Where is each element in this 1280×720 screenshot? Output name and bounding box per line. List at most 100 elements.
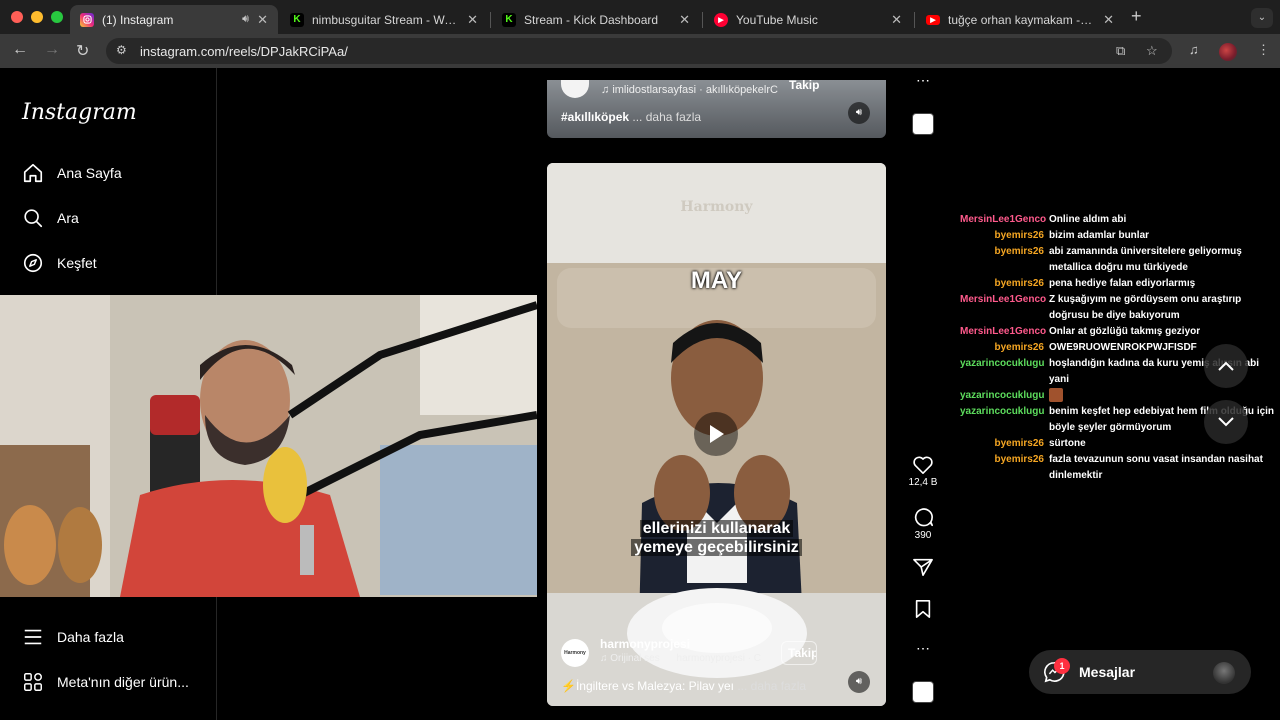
webcam-image bbox=[0, 295, 537, 597]
more-link[interactable]: ... daha fazla bbox=[734, 679, 806, 693]
tab-separator bbox=[914, 12, 915, 28]
profile-avatar[interactable] bbox=[1219, 43, 1237, 61]
next-reel-button[interactable] bbox=[1204, 400, 1248, 444]
chat-username[interactable]: yazarincocuklugu bbox=[960, 356, 1049, 388]
reel-username[interactable]: harmonyprojesi bbox=[600, 637, 690, 651]
chat-username[interactable]: byemirs26 bbox=[960, 436, 1049, 452]
install-app-icon[interactable]: ⧉ bbox=[1116, 43, 1125, 59]
reel-video[interactable]: Harmony MAY ellerinizi kullanarak yemeye… bbox=[547, 163, 886, 706]
nav-search-label: Ara bbox=[57, 210, 79, 226]
close-tab-icon[interactable]: ✕ bbox=[467, 12, 478, 28]
reload-icon[interactable]: ↻ bbox=[76, 41, 89, 61]
chrome-menu-icon[interactable]: ⋮ bbox=[1257, 42, 1270, 58]
chat-username[interactable]: yazarincocuklugu bbox=[960, 388, 1049, 404]
reel-avatar[interactable] bbox=[561, 80, 589, 98]
share-button[interactable] bbox=[905, 557, 941, 577]
play-button[interactable] bbox=[694, 412, 738, 456]
back-icon[interactable]: ← bbox=[12, 41, 28, 59]
messages-badge: 1 bbox=[1054, 658, 1070, 674]
home-icon bbox=[22, 162, 44, 184]
messages-label: Mesajlar bbox=[1079, 664, 1136, 680]
comment-button[interactable]: 390 bbox=[905, 506, 941, 541]
site-info-icon[interactable]: ⚙ bbox=[116, 43, 127, 57]
chat-message: MersinLee1Genco Onlar at gözlüğü takmış g… bbox=[960, 324, 1280, 340]
chat-username[interactable]: yazarincocuklugu bbox=[960, 404, 1049, 436]
speaker-icon[interactable]: 🔊︎ bbox=[242, 13, 249, 26]
audio-thumbnail[interactable] bbox=[912, 113, 934, 135]
close-tab-icon[interactable]: ✕ bbox=[257, 12, 268, 28]
reel-caption-text: ⚡İngiltere vs Malezya: Pilav yeı bbox=[561, 679, 735, 693]
youtube-music-icon: ▶ bbox=[714, 12, 728, 27]
reel-overlay-title: MAY bbox=[690, 267, 743, 294]
chat-username[interactable]: byemirs26 bbox=[960, 340, 1049, 356]
close-tab-icon[interactable]: ✕ bbox=[891, 12, 902, 28]
follow-button[interactable]: Takip bbox=[781, 641, 817, 665]
browser-tab-youtube[interactable]: ▶ tuğçe orhan kaymakam - You ✕ bbox=[916, 5, 1124, 34]
minimize-window-button[interactable] bbox=[31, 11, 43, 23]
nav-home[interactable]: Ana Sayfa bbox=[22, 161, 122, 185]
reel-audio-user: harmonyprojesi · C bbox=[676, 653, 762, 664]
forward-icon[interactable]: → bbox=[44, 41, 60, 59]
chat-username[interactable]: byemirs26 bbox=[960, 452, 1049, 484]
chat-text: bizim adamlar bunlar bbox=[1049, 230, 1150, 241]
reel-subtitle-line2: yemeye geçebilirsiniz bbox=[631, 539, 802, 556]
previous-reel-button[interactable] bbox=[1204, 344, 1248, 388]
reel-previous[interactable]: Takip ♫ imlidostlarsayfasi · akıllıköpek… bbox=[547, 80, 886, 138]
chevron-up-icon bbox=[1218, 361, 1234, 371]
more-options-icon[interactable]: ⋯ bbox=[916, 640, 930, 657]
bookmark-star-icon[interactable]: ☆ bbox=[1146, 43, 1158, 59]
save-button[interactable] bbox=[905, 599, 941, 619]
bookmark-icon bbox=[915, 600, 931, 618]
wall-brand-text: Harmony bbox=[680, 199, 753, 215]
reel-author-avatar[interactable]: Harmony bbox=[561, 639, 589, 667]
chat-message: byemirs26 pena hediye falan ediyorlarmış bbox=[960, 276, 1280, 292]
reel-audio[interactable]: ♫ imlidostlarsayfasi · akıllıköpekelrC bbox=[601, 84, 778, 96]
browser-tab-kick-stream[interactable]: K nimbusguitar Stream - Watch ✕ bbox=[280, 5, 488, 34]
new-tab-button[interactable]: + bbox=[1131, 6, 1142, 27]
chevron-down-icon bbox=[1218, 417, 1234, 427]
chat-text: OWE9RUOWENROKPWJFISDF bbox=[1049, 342, 1197, 353]
webcam-overlay bbox=[0, 295, 537, 597]
reel-audio[interactable]: ♫ Orijinal ses harmonyprojesi · C bbox=[600, 653, 761, 664]
reel-hashtag[interactable]: #akıllıköpek bbox=[561, 110, 629, 124]
nav-explore[interactable]: Keşfet bbox=[22, 251, 97, 275]
chat-username[interactable]: MersinLee1Genco bbox=[960, 212, 1049, 228]
nav-search[interactable]: Ara bbox=[22, 206, 79, 230]
follow-button[interactable]: Takip bbox=[789, 80, 819, 92]
volume-icon[interactable]: 🔊︎ bbox=[848, 102, 870, 124]
browser-tab-instagram[interactable]: (1) Instagram 🔊︎ ✕ bbox=[70, 5, 278, 34]
address-bar[interactable]: ⚙ instagram.com/reels/DPJakRCiPAa/ ⧉ ☆ bbox=[106, 38, 1172, 64]
like-button[interactable]: 12,4 B bbox=[905, 455, 941, 488]
nav-more[interactable]: Daha fazla bbox=[22, 625, 124, 649]
more-options-icon[interactable]: ⋯ bbox=[916, 72, 930, 89]
media-controls-icon[interactable]: ♫ bbox=[1189, 42, 1199, 57]
nav-meta-apps[interactable]: Meta'nın diğer ürün... bbox=[22, 670, 189, 694]
browser-tab-youtube-music[interactable]: ▶ YouTube Music ✕ bbox=[704, 5, 912, 34]
chat-text: abi zamanında üniversitelere geliyormuş … bbox=[1049, 246, 1242, 273]
kick-icon: K bbox=[290, 12, 304, 27]
close-window-button[interactable] bbox=[11, 11, 23, 23]
maximize-window-button[interactable] bbox=[51, 11, 63, 23]
chat-username[interactable]: byemirs26 bbox=[960, 244, 1049, 276]
browser-tab-kick-dashboard[interactable]: K Stream - Kick Dashboard ✕ bbox=[492, 5, 700, 34]
chat-username[interactable]: byemirs26 bbox=[960, 276, 1049, 292]
audio-thumbnail[interactable] bbox=[912, 681, 934, 703]
tab-search-button[interactable]: ⌄ bbox=[1251, 8, 1273, 28]
close-tab-icon[interactable]: ✕ bbox=[679, 12, 690, 28]
like-count: 12,4 B bbox=[908, 477, 938, 488]
tab-separator bbox=[702, 12, 703, 28]
instagram-logo[interactable]: Instagram bbox=[22, 100, 137, 125]
volume-icon[interactable]: 🔊︎ bbox=[848, 671, 870, 693]
kick-icon: K bbox=[502, 12, 516, 27]
meta-apps-icon bbox=[22, 671, 44, 693]
chat-text: Z kuşağıyım ne gördüysem onu araştırıp d… bbox=[1049, 294, 1242, 321]
comment-icon bbox=[914, 508, 933, 527]
chat-username[interactable]: byemirs26 bbox=[960, 228, 1049, 244]
reel-audio-text: imlidostlarsayfasi · akıllıköpekelrC bbox=[612, 84, 778, 96]
more-link[interactable]: ... daha fazla bbox=[629, 110, 701, 124]
chat-username[interactable]: MersinLee1Genco bbox=[960, 292, 1049, 324]
chat-username[interactable]: MersinLee1Genco bbox=[960, 324, 1049, 340]
music-note-icon: ♫ bbox=[600, 653, 611, 664]
close-tab-icon[interactable]: ✕ bbox=[1103, 12, 1114, 28]
browser-toolbar: ← → ↻ ⚙ instagram.com/reels/DPJakRCiPAa/… bbox=[0, 34, 1280, 68]
